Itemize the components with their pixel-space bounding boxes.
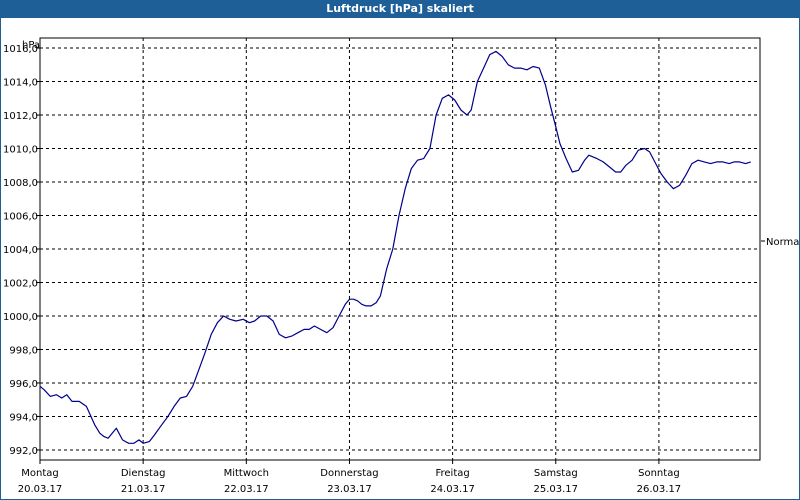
x-tick-label-date: 25.03.17 xyxy=(533,484,578,495)
y-tick-label: 1000,0 xyxy=(3,312,38,323)
y-tick-label: 1014,0 xyxy=(3,78,38,89)
x-tick-label-date: 26.03.17 xyxy=(637,484,682,495)
y-tick-label: 1004,0 xyxy=(3,245,38,256)
chart-canvas: 992,0 994,0 996,0 998,0 1000,0 1002,0 1004,0 10… xyxy=(3,37,800,495)
y-axis-unit-label: hPa xyxy=(22,40,40,51)
y-tick-label: 1008,0 xyxy=(3,178,38,189)
y-tick-label: 1012,0 xyxy=(3,111,38,122)
x-tick-label-date: 21.03.17 xyxy=(121,484,166,495)
y-tick-label: 1010,0 xyxy=(3,145,38,156)
y-tick-label: 994,0 xyxy=(9,412,38,423)
x-tick-label-day: Dienstag xyxy=(121,468,166,479)
legend-label: Normal xyxy=(766,237,800,248)
x-tick-label-day: Montag xyxy=(21,468,58,479)
y-tick-label: 1002,0 xyxy=(3,278,38,289)
x-tick-label-day: Samstag xyxy=(534,468,578,479)
y-tick-label: 1006,0 xyxy=(3,212,38,223)
x-tick-label-day: Donnerstag xyxy=(320,468,378,479)
x-tick-label-day: Freitag xyxy=(435,468,469,479)
x-tick-label-date: 23.03.17 xyxy=(327,484,372,495)
x-tick-label-date: 22.03.17 xyxy=(224,484,269,495)
y-tick-label: 998,0 xyxy=(9,345,38,356)
y-tick-label: 992,0 xyxy=(9,446,38,457)
y-tick-label: 996,0 xyxy=(9,379,38,390)
x-tick-label-date: 24.03.17 xyxy=(430,484,475,495)
x-tick-label-date: 20.03.17 xyxy=(18,484,63,495)
x-tick-label-day: Mittwoch xyxy=(224,468,269,479)
x-tick-label-day: Sonntag xyxy=(638,468,680,479)
